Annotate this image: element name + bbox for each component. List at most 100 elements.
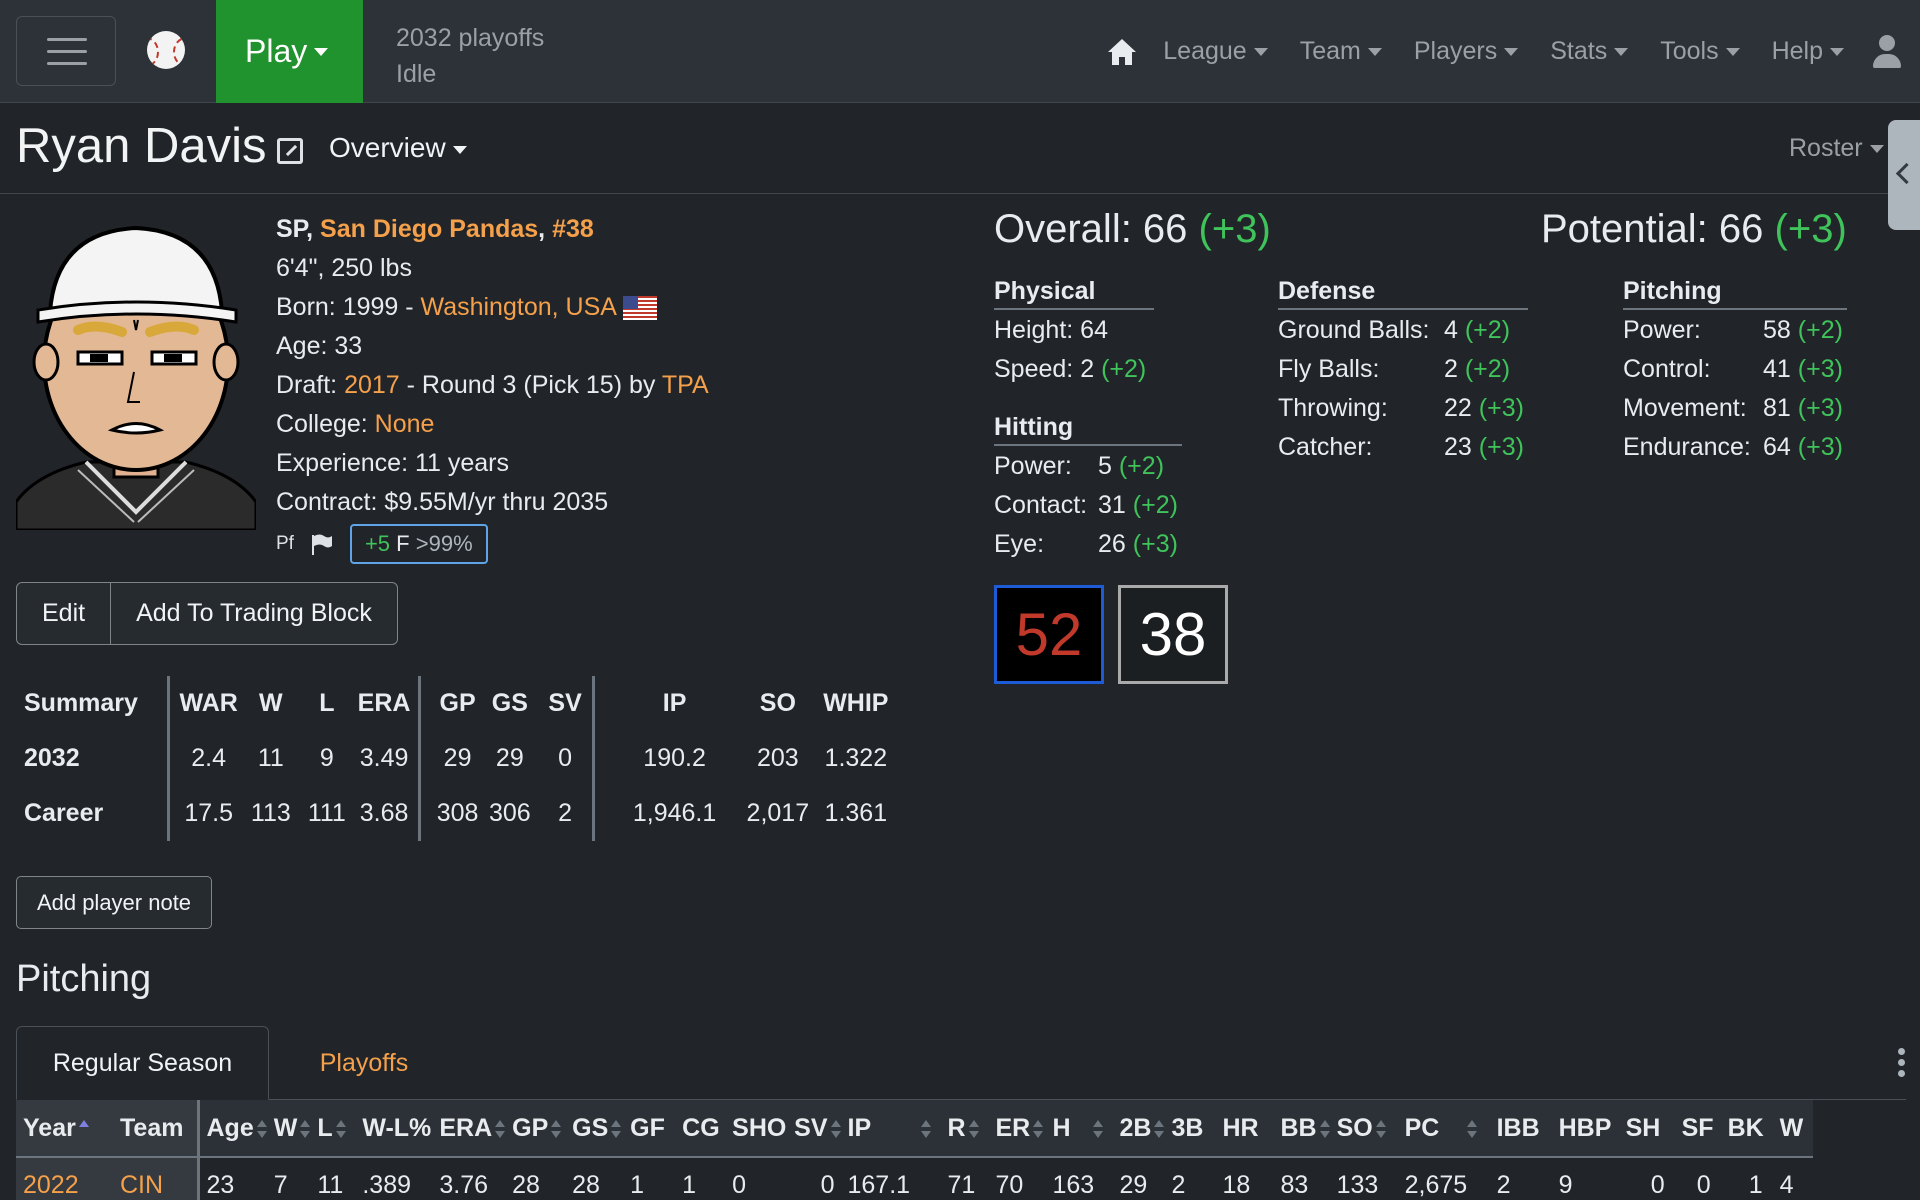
table-cell: 0 bbox=[1650, 1171, 1665, 1199]
rating-delta: (+3) bbox=[1797, 433, 1843, 461]
col-header-gp[interactable]: GP bbox=[505, 1100, 566, 1158]
baseball-logo-icon[interactable] bbox=[147, 31, 185, 69]
progs-badge[interactable]: +5 F >99% bbox=[349, 524, 488, 564]
rating-row: Power: 58 (+2) bbox=[1623, 312, 1847, 351]
table-cell: 1 bbox=[682, 1171, 697, 1199]
rating-row: Power: 5 (+2) bbox=[994, 448, 1182, 487]
rating-row: Fly Balls: 2 (+2) bbox=[1278, 351, 1528, 390]
home-icon[interactable] bbox=[1105, 35, 1139, 69]
summary-cell: 29 bbox=[443, 744, 472, 772]
rating-row: Contact: 31 (+2) bbox=[994, 487, 1182, 526]
table-cell: 133 bbox=[1336, 1171, 1379, 1199]
height-weight: 6'4", 250 lbs bbox=[276, 254, 412, 282]
rating-value: 2 bbox=[1444, 355, 1458, 383]
col-header-cg[interactable]: CG bbox=[675, 1100, 726, 1158]
nav-tools[interactable]: Tools bbox=[1660, 37, 1740, 66]
user-icon[interactable] bbox=[1872, 34, 1902, 69]
nav-help[interactable]: Help bbox=[1772, 37, 1844, 66]
nav-players-label: Players bbox=[1413, 37, 1498, 65]
roster-dropdown[interactable]: Roster bbox=[1789, 134, 1884, 163]
col-whip: WHIP bbox=[823, 689, 889, 717]
year-link[interactable]: 2022 bbox=[16, 1157, 113, 1200]
col-header-l[interactable]: L bbox=[310, 1100, 356, 1158]
sidebar-toggle-chevron-left-icon[interactable] bbox=[1888, 120, 1920, 230]
born-place-link[interactable]: Washington, USA bbox=[421, 293, 617, 321]
col-header-sv[interactable]: SV bbox=[787, 1100, 841, 1158]
rating-row: Catcher: 23 (+3) bbox=[1278, 429, 1528, 468]
summary-cell: 0 bbox=[537, 731, 596, 786]
table-cell: 163 bbox=[1052, 1171, 1095, 1199]
col-so: SO bbox=[759, 689, 796, 717]
hamburger-menu-button[interactable] bbox=[16, 16, 116, 86]
rating-label: Contact: bbox=[994, 491, 1088, 519]
col-header-sh[interactable]: SH bbox=[1618, 1100, 1675, 1158]
col-header-year[interactable]: Year bbox=[16, 1100, 113, 1158]
col-header-ibb[interactable]: IBB bbox=[1489, 1100, 1552, 1158]
col-header-hbp[interactable]: HBP bbox=[1551, 1100, 1619, 1158]
rating-row: Height: 64 bbox=[994, 312, 1154, 351]
col-header-gf[interactable]: GF bbox=[623, 1100, 676, 1158]
col-header-hr[interactable]: HR bbox=[1215, 1100, 1274, 1158]
table-cell: 0 bbox=[820, 1171, 835, 1199]
nav-stats[interactable]: Stats bbox=[1550, 37, 1629, 66]
col-header-bb[interactable]: BB bbox=[1273, 1100, 1330, 1158]
add-to-trading-block-button[interactable]: Add To Trading Block bbox=[110, 583, 397, 644]
table-cell: 23 bbox=[206, 1171, 235, 1199]
college-link[interactable]: None bbox=[375, 410, 435, 438]
jersey-number[interactable]: #38 bbox=[552, 215, 594, 243]
nav-league[interactable]: League bbox=[1163, 37, 1268, 66]
summary-cell: 2 bbox=[537, 786, 596, 841]
nav-team[interactable]: Team bbox=[1300, 37, 1382, 66]
col-header-era[interactable]: ERA bbox=[432, 1100, 506, 1158]
add-player-note-button[interactable]: Add player note bbox=[16, 876, 212, 929]
edit-button[interactable]: Edit bbox=[17, 583, 110, 644]
experience: Experience: 11 years bbox=[276, 449, 509, 477]
more-options-icon[interactable] bbox=[1896, 1048, 1906, 1078]
draft-detail: - Round 3 (Pick 15) by bbox=[399, 371, 662, 399]
pitching-stats-table: Year Team Age W L W-L% ERA GP GS GF CG S… bbox=[16, 1100, 1813, 1200]
team-link[interactable]: CIN bbox=[113, 1157, 200, 1200]
tab-playoffs[interactable]: Playoffs bbox=[269, 1026, 459, 1100]
col-header-so[interactable]: SO bbox=[1329, 1100, 1398, 1158]
table-cell: 2 bbox=[1171, 1171, 1186, 1199]
flag-icon[interactable] bbox=[310, 533, 334, 555]
col-header-age[interactable]: Age bbox=[198, 1100, 267, 1158]
tab-regular-season[interactable]: Regular Season bbox=[16, 1026, 269, 1100]
rating-delta: (+3) bbox=[1132, 530, 1178, 558]
col-header-w[interactable]: W bbox=[266, 1100, 311, 1158]
summary-row-season: 2032 2.4 11 9 3.49 29 29 0 190.2 203 1.3… bbox=[16, 731, 898, 786]
rating-label: Height: bbox=[994, 316, 1074, 344]
col-header-wl-pct[interactable]: W-L% bbox=[355, 1100, 433, 1158]
col-header-pc[interactable]: PC bbox=[1397, 1100, 1490, 1158]
col-header-3b[interactable]: 3B bbox=[1164, 1100, 1216, 1158]
rating-delta: (+3) bbox=[1478, 394, 1524, 422]
rating-value: 26 bbox=[1098, 530, 1126, 558]
col-header-r[interactable]: R bbox=[940, 1100, 989, 1158]
draft-team-link[interactable]: TPA bbox=[662, 371, 709, 399]
col-header-2b[interactable]: 2B bbox=[1112, 1100, 1165, 1158]
ratings-group-title: Physical bbox=[994, 277, 1154, 310]
col-header-sho[interactable]: SHO bbox=[725, 1100, 788, 1158]
col-header-gs[interactable]: GS bbox=[565, 1100, 624, 1158]
col-header-w2[interactable]: W bbox=[1772, 1100, 1813, 1158]
draft-label: Draft: bbox=[276, 371, 345, 399]
season-label: 2032 playoffs bbox=[396, 24, 545, 52]
rating-delta: (+2) bbox=[1464, 355, 1511, 383]
play-menu-button[interactable]: Play bbox=[216, 0, 363, 103]
col-header-sf[interactable]: SF bbox=[1674, 1100, 1721, 1158]
col-header-er[interactable]: ER bbox=[988, 1100, 1046, 1158]
draft-year-link[interactable]: 2017 bbox=[344, 371, 400, 399]
rating-label: Ground Balls: bbox=[1278, 316, 1430, 344]
nav-players[interactable]: Players bbox=[1413, 37, 1519, 66]
col-header-h[interactable]: H bbox=[1045, 1100, 1113, 1158]
view-dropdown[interactable]: Overview bbox=[329, 132, 467, 164]
col-header-ip[interactable]: IP bbox=[840, 1100, 941, 1158]
summary-cell: 3.68 bbox=[349, 786, 422, 841]
external-link-icon[interactable] bbox=[277, 138, 303, 164]
table-cell: 1 bbox=[630, 1171, 645, 1199]
col-header-team[interactable]: Team bbox=[113, 1100, 200, 1158]
rating-label: Eye: bbox=[994, 530, 1045, 558]
team-link[interactable]: San Diego Pandas bbox=[320, 215, 538, 243]
col-header-bk[interactable]: BK bbox=[1720, 1100, 1773, 1158]
view-dropdown-label: Overview bbox=[329, 132, 446, 163]
